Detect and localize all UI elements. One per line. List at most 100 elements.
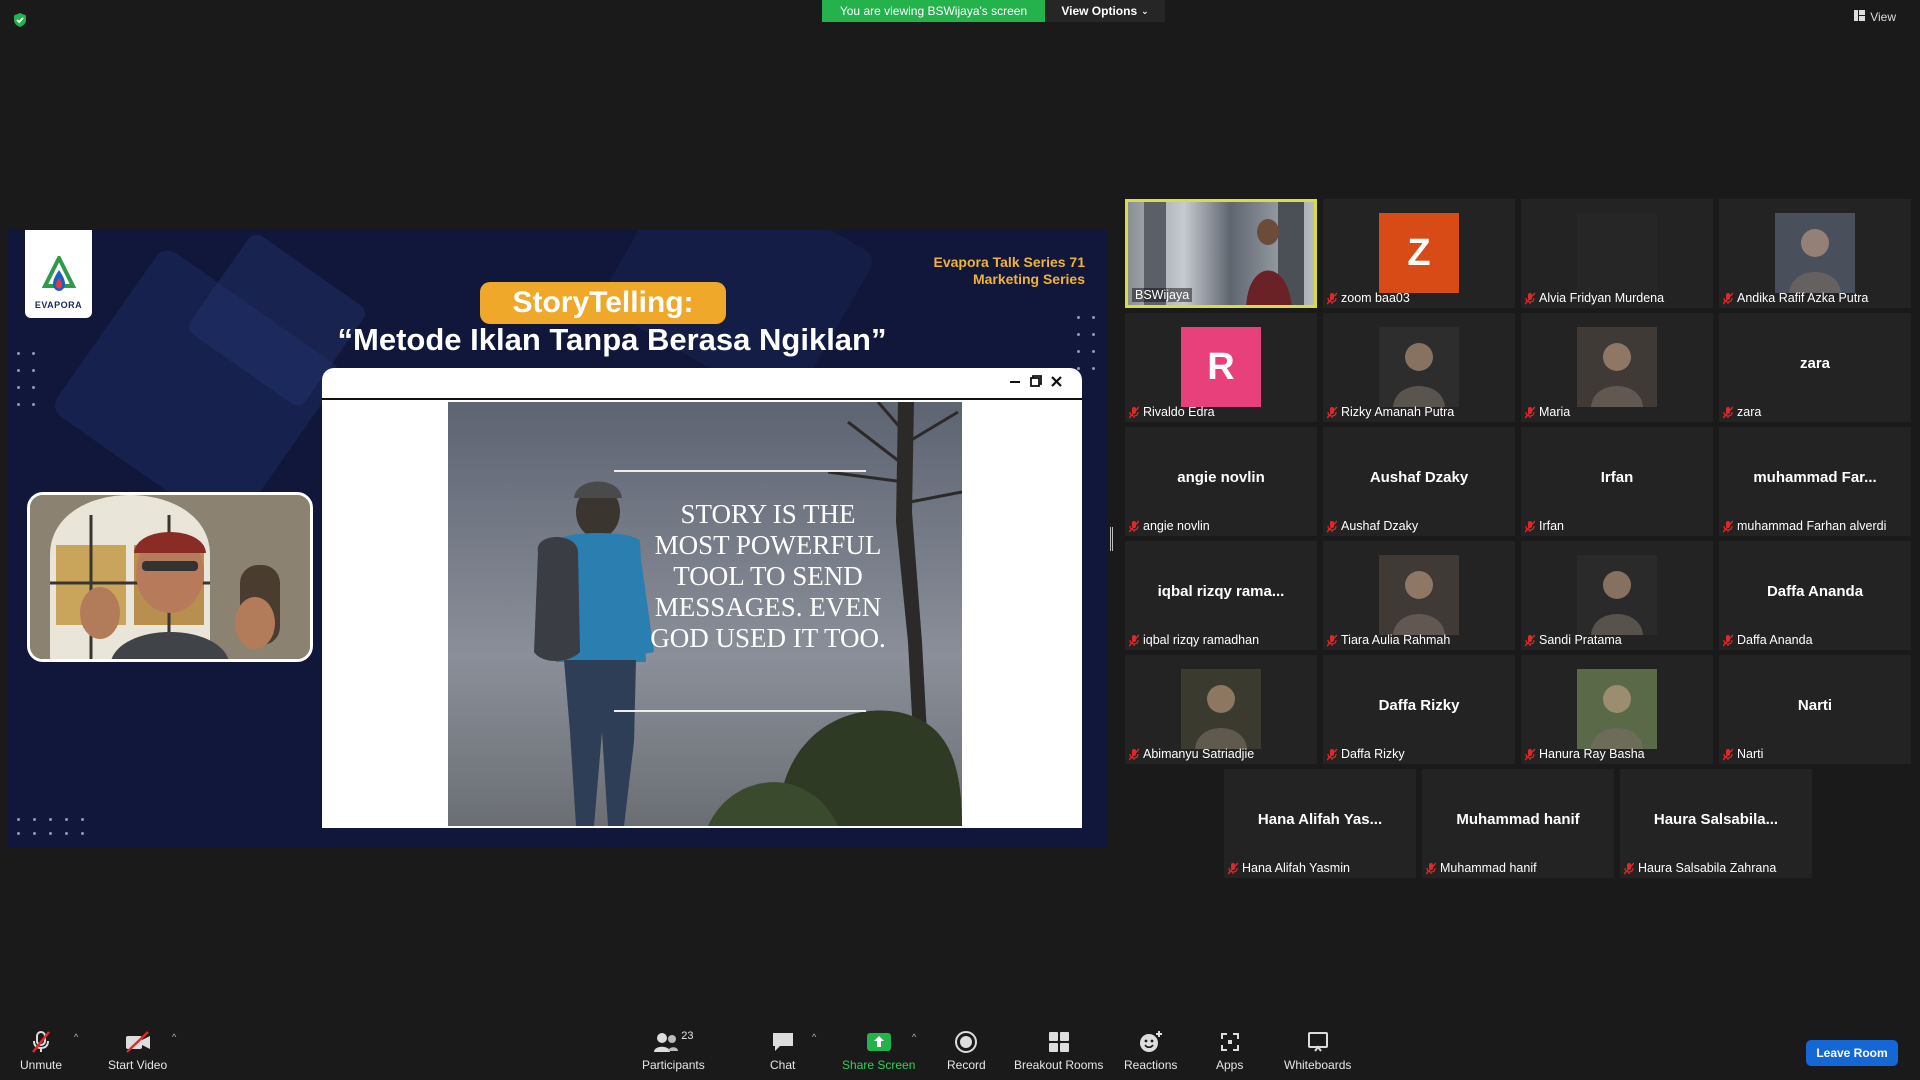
participant-avatar xyxy=(1577,213,1657,293)
apps-button[interactable]: Apps xyxy=(1216,1030,1243,1072)
share-options-caret-icon[interactable]: ^ xyxy=(912,1032,916,1042)
microphone-muted-icon xyxy=(1128,406,1140,419)
participant-name-bar: Rivaldo Edra xyxy=(1128,405,1215,419)
video-camera-off-icon xyxy=(125,1031,150,1053)
participant-avatar xyxy=(1181,669,1261,749)
slide-quote: STORY IS THE MOST POWERFUL TOOL TO SEND … xyxy=(650,499,886,653)
view-options-dropdown[interactable]: View Options ⌄ xyxy=(1045,0,1165,22)
participant-tile[interactable]: Daffa Rizky Daffa Rizky xyxy=(1323,655,1515,764)
participant-tile[interactable]: iqbal rizqy rama... iqbal rizqy ramadhan xyxy=(1125,541,1317,650)
participant-name-bar: angie novlin xyxy=(1128,519,1210,533)
participant-tile[interactable]: muhammad Far... muhammad Farhan alverdi xyxy=(1719,427,1911,536)
participant-name: Muhammad hanif xyxy=(1440,861,1537,875)
participants-button[interactable]: 23 Participants xyxy=(642,1030,705,1072)
reactions-button[interactable]: Reactions xyxy=(1124,1030,1177,1072)
participant-tile[interactable]: Maria xyxy=(1521,313,1713,422)
participant-name: zoom baa03 xyxy=(1341,291,1410,305)
microphone-muted-icon xyxy=(1128,520,1140,533)
participant-display-name: Irfan xyxy=(1600,469,1634,486)
evapora-logo: EVAPORA xyxy=(25,230,92,318)
window-titlebar xyxy=(322,368,1082,400)
participant-display-name: Aushaf Dzaky xyxy=(1369,469,1469,486)
restore-icon xyxy=(1030,374,1042,392)
chat-options-caret-icon[interactable]: ^ xyxy=(812,1032,816,1042)
whiteboards-button[interactable]: Whiteboards xyxy=(1284,1030,1351,1072)
leave-room-button[interactable]: Leave Room xyxy=(1806,1040,1898,1066)
decorative-dots xyxy=(17,352,35,406)
participant-name: Narti xyxy=(1737,747,1764,761)
participant-display-name: iqbal rizqy rama... xyxy=(1157,583,1285,600)
participant-tile[interactable]: Tiara Aulia Rahmah xyxy=(1323,541,1515,650)
microphone-muted-icon xyxy=(1524,634,1536,647)
apps-label: Apps xyxy=(1216,1058,1244,1072)
zoom-meeting-window: You are viewing BSWijaya's screen View O… xyxy=(0,0,1920,1080)
video-options-caret-icon[interactable]: ^ xyxy=(172,1032,176,1042)
breakout-rooms-label: Breakout Rooms xyxy=(1014,1058,1104,1072)
microphone-muted-icon xyxy=(1524,520,1536,533)
audio-options-caret-icon[interactable]: ^ xyxy=(74,1032,78,1042)
participant-name-bar: Alvia Fridyan Murdena xyxy=(1524,291,1665,305)
participant-name: Hana Alifah Yasmin xyxy=(1242,861,1350,875)
microphone-muted-icon xyxy=(1425,862,1437,875)
participants-count: 23 xyxy=(681,1030,694,1042)
participant-tile[interactable]: Zzoom baa03 xyxy=(1323,199,1515,308)
participant-name: angie novlin xyxy=(1143,519,1210,533)
record-button[interactable]: Record xyxy=(947,1030,986,1072)
participant-tile[interactable]: Narti Narti xyxy=(1719,655,1911,764)
talk-series-label: Evapora Talk Series 71 Marketing Series xyxy=(934,254,1086,288)
participant-name: Alvia Fridyan Murdena xyxy=(1539,291,1665,305)
participant-tile[interactable]: Rizky Amanah Putra xyxy=(1323,313,1515,422)
participant-tile[interactable]: Hana Alifah Yas... Hana Alifah Yasmin xyxy=(1224,769,1416,878)
participant-tile[interactable]: Irfan Irfan xyxy=(1521,427,1713,536)
participant-display-name: Daffa Rizky xyxy=(1378,697,1460,714)
presenter-video-frame xyxy=(30,495,310,659)
share-screen-button[interactable]: Share Screen xyxy=(842,1030,915,1072)
chat-bubble-icon xyxy=(772,1033,793,1051)
participant-avatar xyxy=(1577,669,1657,749)
participant-name: Irfan xyxy=(1539,519,1565,533)
unmute-button[interactable]: Unmute xyxy=(20,1030,62,1072)
participant-tile[interactable]: Sandi Pratama xyxy=(1521,541,1713,650)
series-line-2: Marketing Series xyxy=(972,271,1085,287)
participant-name-bar: Hana Alifah Yasmin xyxy=(1227,861,1350,875)
participant-tile[interactable]: Andika Rafif Azka Putra xyxy=(1719,199,1911,308)
participant-avatar: R xyxy=(1181,327,1261,407)
participant-tile[interactable]: Aushaf Dzaky Aushaf Dzaky xyxy=(1323,427,1515,536)
breakout-rooms-button[interactable]: Breakout Rooms xyxy=(1014,1030,1103,1072)
microphone-muted-icon xyxy=(1326,292,1338,305)
view-button-label: View xyxy=(1870,10,1896,24)
microphone-muted-icon xyxy=(1722,292,1734,305)
participant-tile[interactable]: BSWijaya xyxy=(1125,199,1317,308)
panel-resize-handle[interactable] xyxy=(1110,527,1113,551)
participant-tile[interactable]: angie novlin angie novlin xyxy=(1125,427,1317,536)
participant-avatar xyxy=(1775,213,1855,293)
participant-tile[interactable]: Haura Salsabila... Haura Salsabila Zahran… xyxy=(1620,769,1812,878)
participant-avatar: Z xyxy=(1379,213,1459,293)
participant-name: Daffa Rizky xyxy=(1341,747,1405,761)
participant-tile[interactable]: zara zara xyxy=(1719,313,1911,422)
participant-name: Rivaldo Edra xyxy=(1143,405,1215,419)
participant-tile[interactable]: Alvia Fridyan Murdena xyxy=(1521,199,1713,308)
participant-name-bar: Irfan xyxy=(1524,519,1565,533)
view-button[interactable]: View xyxy=(1854,10,1896,24)
evapora-flame-icon xyxy=(41,256,76,291)
participant-avatar xyxy=(1577,555,1657,635)
participant-name: Hanura Ray Basha xyxy=(1539,747,1645,761)
series-line-1: Evapora Talk Series 71 xyxy=(933,254,1086,270)
participant-display-name: Haura Salsabila... xyxy=(1653,811,1779,828)
chat-button[interactable]: Chat xyxy=(770,1030,795,1072)
encryption-shield-icon[interactable] xyxy=(12,12,28,28)
hiker-photo: STORY IS THE MOST POWERFUL TOOL TO SEND … xyxy=(448,402,962,826)
participant-tile[interactable]: Hanura Ray Basha xyxy=(1521,655,1713,764)
slide-title: StoryTelling: xyxy=(480,282,726,324)
participant-name-bar: zoom baa03 xyxy=(1326,291,1410,305)
participant-name-bar: Rizky Amanah Putra xyxy=(1326,405,1454,419)
participant-name-bar: zara xyxy=(1722,405,1761,419)
participant-tile[interactable]: Daffa Ananda Daffa Ananda xyxy=(1719,541,1911,650)
participant-tile[interactable]: R Rivaldo Edra xyxy=(1125,313,1317,422)
participant-tile[interactable]: Abimanyu Satriadjie xyxy=(1125,655,1317,764)
participant-tile[interactable]: Muhammad hanif Muhammad hanif xyxy=(1422,769,1614,878)
participant-name-bar: Muhammad hanif xyxy=(1425,861,1537,875)
participant-name: Daffa Ananda xyxy=(1737,633,1813,647)
start-video-button[interactable]: Start Video xyxy=(108,1030,167,1072)
